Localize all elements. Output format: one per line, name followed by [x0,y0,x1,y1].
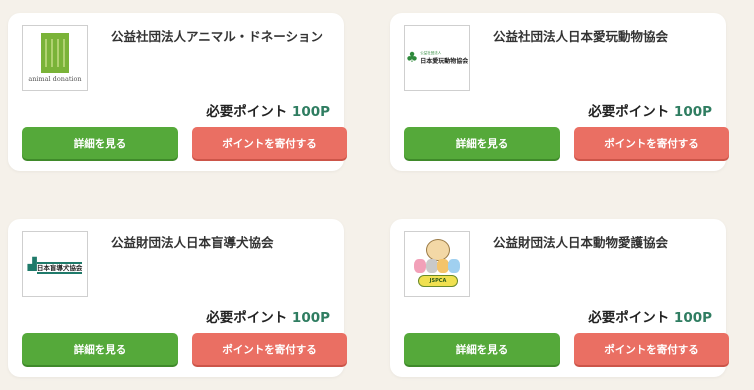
charity-logo: JSPCA [404,231,470,297]
charity-card-animal-welfare: JSPCA 公益財団法人日本動物愛護協会 必要ポイント 100P 詳細を見る ポ… [390,219,729,377]
view-details-button[interactable]: 詳細を見る [404,333,560,365]
charity-name: 公益財団法人日本盲導犬協会 [111,235,274,250]
guide-dog-icon: ▟ [27,257,37,271]
donate-points-button[interactable]: ポイントを寄付する [574,333,729,365]
charity-name: 公益社団法人アニマル・ドネーション [111,29,324,44]
charity-card-japan-companion-animal: ♣ 公益社団法人 日本愛玩動物協会 公益社団法人日本愛玩動物協会 必要ポイント … [390,13,729,171]
charity-logo: animal donation [22,25,88,91]
points-value: 100P [673,104,712,120]
required-points: 必要ポイント 100P [588,100,712,120]
donate-points-button[interactable]: ポイントを寄付する [192,127,347,159]
charity-card-animal-donation: animal donation 公益社団法人アニマル・ドネーション 必要ポイント… [8,13,347,171]
logo-banner: JSPCA [418,275,458,287]
points-label: 必要ポイント [588,104,670,120]
leaf-logo-icon [40,33,69,73]
view-details-button[interactable]: 詳細を見る [404,127,560,159]
points-label: 必要ポイント [588,310,670,326]
logo-title: 日本愛玩動物協会 [420,58,469,65]
donate-points-button[interactable]: ポイントを寄付する [574,127,729,159]
view-details-button[interactable]: 詳細を見る [22,333,178,365]
logo-title: 日本盲導犬協会 [36,261,83,274]
points-label: 必要ポイント [206,104,288,120]
view-details-button[interactable]: 詳細を見る [22,127,178,159]
required-points: 必要ポイント 100P [206,100,330,120]
points-value: 100P [291,310,330,326]
tree-icon: ♣ [405,50,419,66]
donate-points-button[interactable]: ポイントを寄付する [192,333,347,365]
charity-logo: ♣ 公益社団法人 日本愛玩動物協会 [404,25,470,91]
charity-name: 公益財団法人日本動物愛護協会 [493,235,669,250]
points-label: 必要ポイント [206,310,288,326]
charity-logo: ▟ 日本盲導犬協会 [22,231,88,297]
points-value: 100P [673,310,712,326]
animals-illustration-icon: JSPCA [410,237,464,291]
required-points: 必要ポイント 100P [588,306,712,326]
points-value: 100P [291,104,330,120]
charity-card-guide-dog: ▟ 日本盲導犬協会 公益財団法人日本盲導犬協会 必要ポイント 100P 詳細を見… [8,219,347,377]
charity-name: 公益社団法人日本愛玩動物協会 [493,29,669,44]
required-points: 必要ポイント 100P [206,306,330,326]
logo-caption: animal donation [28,75,82,83]
